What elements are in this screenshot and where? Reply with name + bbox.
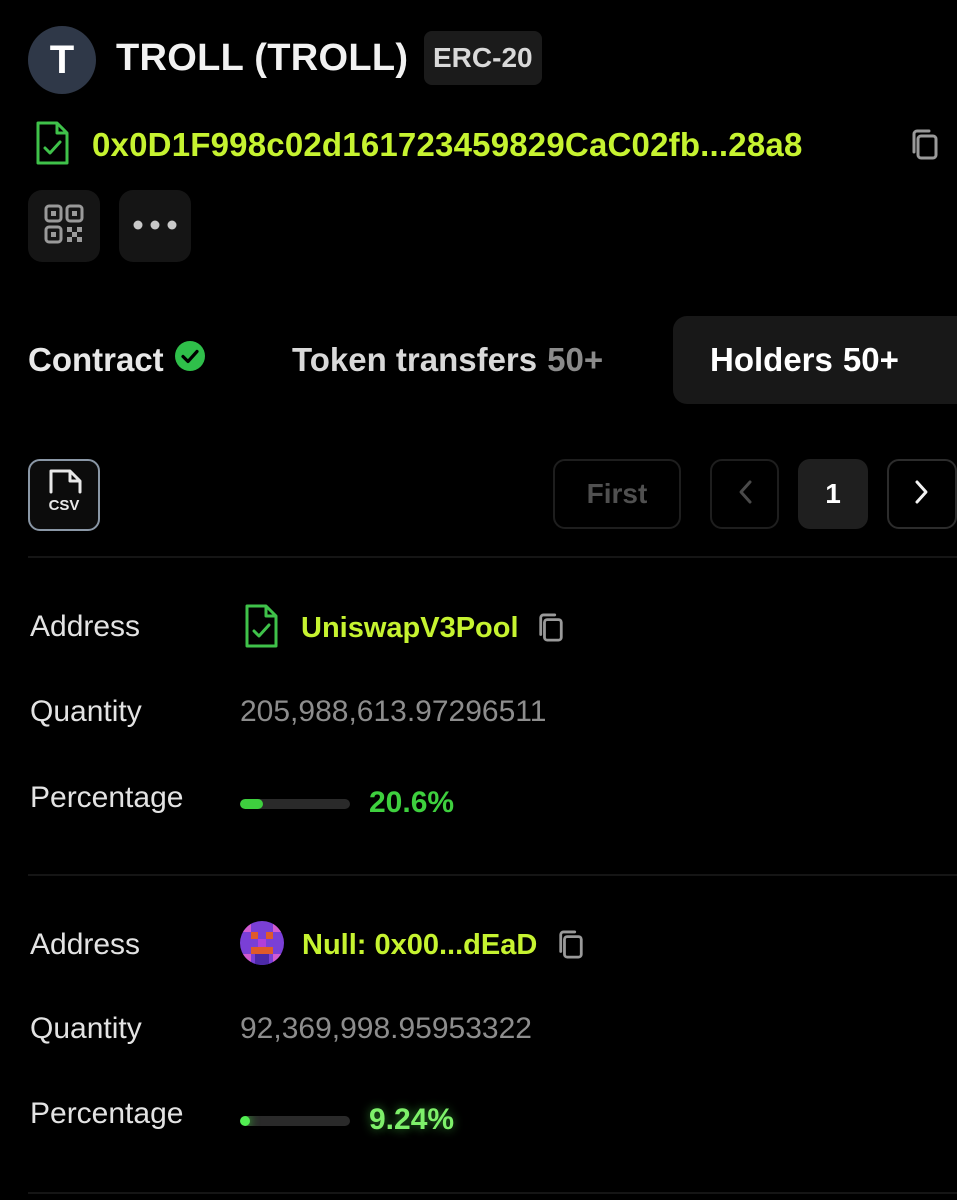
csv-file-icon: CSV bbox=[42, 468, 86, 523]
divider bbox=[28, 874, 957, 876]
csv-export-button[interactable]: CSV bbox=[28, 459, 100, 531]
csv-label: CSV bbox=[49, 497, 80, 514]
tab-holders-count: 50+ bbox=[842, 341, 899, 378]
quantity-label: Quantity bbox=[30, 695, 142, 728]
verified-check-icon bbox=[174, 340, 206, 380]
tab-holders[interactable]: Holders 50+ bbox=[673, 316, 957, 404]
copy-address-icon[interactable] bbox=[910, 128, 940, 167]
address-label: Address bbox=[30, 928, 141, 961]
current-page-indicator[interactable]: 1 bbox=[798, 459, 868, 529]
next-page-button[interactable] bbox=[887, 459, 957, 529]
divider bbox=[28, 556, 957, 558]
percentage-bar-fill bbox=[240, 1116, 251, 1126]
tab-token-transfers[interactable]: Token transfers 50+ bbox=[292, 316, 603, 404]
holder-quantity: 92,369,998.95953322 bbox=[240, 1012, 532, 1045]
prev-page-button[interactable] bbox=[710, 459, 779, 529]
token-title: TROLL (TROLL) bbox=[116, 37, 409, 79]
tab-contract[interactable]: Contract bbox=[28, 316, 206, 404]
percentage-bar-fill bbox=[240, 799, 263, 809]
address-label: Address bbox=[30, 610, 141, 643]
copy-icon[interactable] bbox=[557, 929, 585, 961]
qr-code-icon bbox=[44, 204, 84, 249]
first-page-button[interactable]: First bbox=[553, 459, 681, 529]
tab-contract-label: Contract bbox=[28, 341, 164, 378]
tab-holders-label: Holders bbox=[710, 341, 833, 378]
holder-percentage: 20.6% bbox=[369, 786, 455, 819]
null-address-avatar bbox=[240, 920, 284, 970]
contract-address-link[interactable]: 0x0D1F998c02d161723459829CaC02fb...28a8 bbox=[92, 126, 803, 164]
percentage-label: Percentage bbox=[30, 1097, 184, 1130]
holder-quantity: 205,988,613.97296511 bbox=[240, 695, 547, 728]
divider bbox=[28, 1192, 957, 1194]
holder-address: Null: 0x00...dEaD bbox=[240, 920, 585, 970]
holder-percentage: 9.24% bbox=[369, 1103, 455, 1136]
contract-icon bbox=[243, 603, 279, 654]
contract-address-row: 0x0D1F998c02d161723459829CaC02fb...28a8 bbox=[34, 120, 803, 170]
token-avatar: T bbox=[28, 26, 96, 94]
holder-address-link[interactable]: Null: 0x00...dEaD bbox=[302, 929, 537, 962]
qr-code-button[interactable] bbox=[28, 190, 100, 262]
contract-verified-icon bbox=[34, 120, 70, 171]
copy-icon[interactable] bbox=[537, 612, 565, 644]
holder-address: UniswapV3Pool bbox=[243, 603, 565, 654]
percentage-bar bbox=[240, 799, 350, 809]
more-options-button[interactable] bbox=[119, 190, 191, 262]
tab-token-transfers-count: 50+ bbox=[547, 341, 604, 378]
percentage-label: Percentage bbox=[30, 781, 184, 814]
chevron-right-icon bbox=[914, 479, 930, 510]
tab-token-transfers-label: Token transfers bbox=[292, 341, 538, 378]
holder-address-link[interactable]: UniswapV3Pool bbox=[301, 612, 519, 645]
more-dots-icon bbox=[133, 217, 177, 235]
token-avatar-letter: T bbox=[49, 37, 75, 82]
percentage-bar bbox=[240, 1116, 350, 1126]
token-standard-badge: ERC-20 bbox=[424, 31, 542, 85]
quantity-label: Quantity bbox=[30, 1012, 142, 1045]
chevron-left-icon bbox=[737, 479, 753, 510]
